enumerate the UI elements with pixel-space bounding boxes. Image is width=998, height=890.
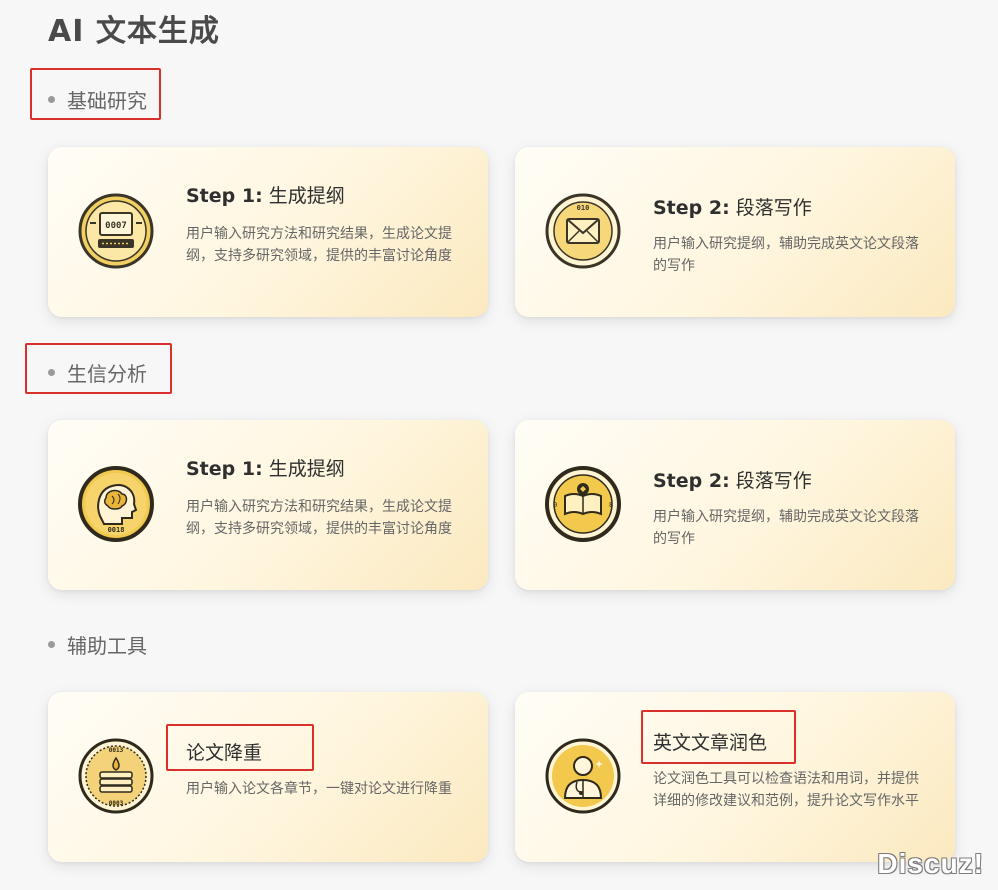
brain-head-icon: 0018 [78,466,154,542]
highlight-box [641,710,796,764]
doctor-icon [545,738,621,814]
card-title: Step 1: 生成提纲 [186,185,345,207]
card-paper-dedup[interactable]: 0013 0003 论文降重 用户输入论文各章节，一键对论文进行降重 [48,692,488,862]
card-title: Step 2: 段落写作 [653,470,812,492]
svg-text:0003: 0003 [109,800,124,807]
section-label-auxiliary-tools: 辅助工具 [48,630,147,659]
svg-text:010: 010 [577,204,590,212]
highlight-box [25,343,172,394]
svg-text:8: 8 [609,501,613,509]
card-bio-step1[interactable]: 0018 Step 1: 生成提纲 用户输入研究方法和研究结果，生成论文提纲，支… [48,420,488,590]
highlight-box [30,68,161,120]
card-description: 用户输入研究方法和研究结果，生成论文提纲，支持多研究领域，提供的丰富讨论角度 [186,499,452,537]
card-title: Step 2: 段落写作 [653,197,812,219]
card-description: 用户输入研究提纲，辅助完成英文论文段落的写作 [653,509,919,547]
section-label-text: 辅助工具 [67,634,147,658]
computer-icon: 0007 [78,193,154,269]
svg-text:0013: 0013 [109,747,124,754]
card-basic-step1[interactable]: 0007 Step 1: 生成提纲 用户输入研究方法和研究结果，生成论文提纲，支… [48,147,488,317]
card-description: 用户输入研究提纲，辅助完成英文论文段落的写作 [653,236,919,274]
card-basic-step2[interactable]: 010 Step 2: 段落写作 用户输入研究提纲，辅助完成英文论文段落的写作 [515,147,955,317]
svg-text:0018: 0018 [108,526,125,534]
card-description: 用户输入研究方法和研究结果，生成论文提纲，支持多研究领域，提供的丰富讨论角度 [186,226,452,264]
card-description: 用户输入论文各章节，一键对论文进行降重 [186,781,452,797]
card-description: 论文润色工具可以检查语法和用词，并提供详细的修改建议和范例，提升论文写作水平 [653,771,919,809]
watermark: Discuz! [877,848,984,879]
book-icon: 0 8 [545,466,621,542]
paper-stack-icon: 0013 0003 [78,738,154,814]
bullet-dot [48,641,55,648]
card-title: Step 1: 生成提纲 [186,458,345,480]
card-bio-step2[interactable]: 0 8 Step 2: 段落写作 用户输入研究提纲，辅助完成英文论文段落的写作 [515,420,955,590]
envelope-icon: 010 [545,193,621,269]
highlight-box [166,724,314,771]
svg-text:0: 0 [553,501,557,509]
page-title: AI 文本生成 [48,14,220,49]
svg-text:0007: 0007 [105,221,127,231]
